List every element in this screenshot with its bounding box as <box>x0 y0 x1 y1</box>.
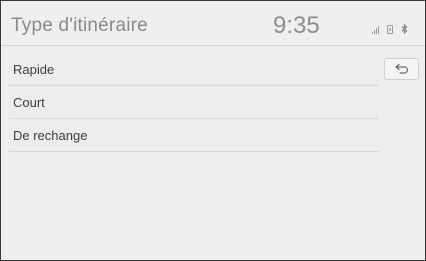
route-option-label: Rapide <box>13 62 55 77</box>
back-arrow-icon <box>394 63 408 74</box>
route-option-label: Court <box>13 95 45 110</box>
phone-icon <box>387 25 393 34</box>
status-icons <box>372 22 408 34</box>
route-option-de-rechange[interactable]: De rechange <box>9 119 379 152</box>
route-type-list: Rapide Court De rechange <box>1 53 381 152</box>
header-bar: Type d'itinéraire 9:35 <box>1 1 425 46</box>
screen-frame: Type d'itinéraire 9:35 Rapide Court De r… <box>0 0 426 261</box>
back-button[interactable] <box>384 58 419 80</box>
route-option-court[interactable]: Court <box>9 86 379 119</box>
page-title: Type d'itinéraire <box>11 15 148 36</box>
clock: 9:35 <box>273 12 320 39</box>
signal-icon <box>372 25 379 34</box>
bluetooth-icon <box>401 24 408 34</box>
route-option-rapide[interactable]: Rapide <box>9 53 379 86</box>
route-option-label: De rechange <box>13 128 88 143</box>
